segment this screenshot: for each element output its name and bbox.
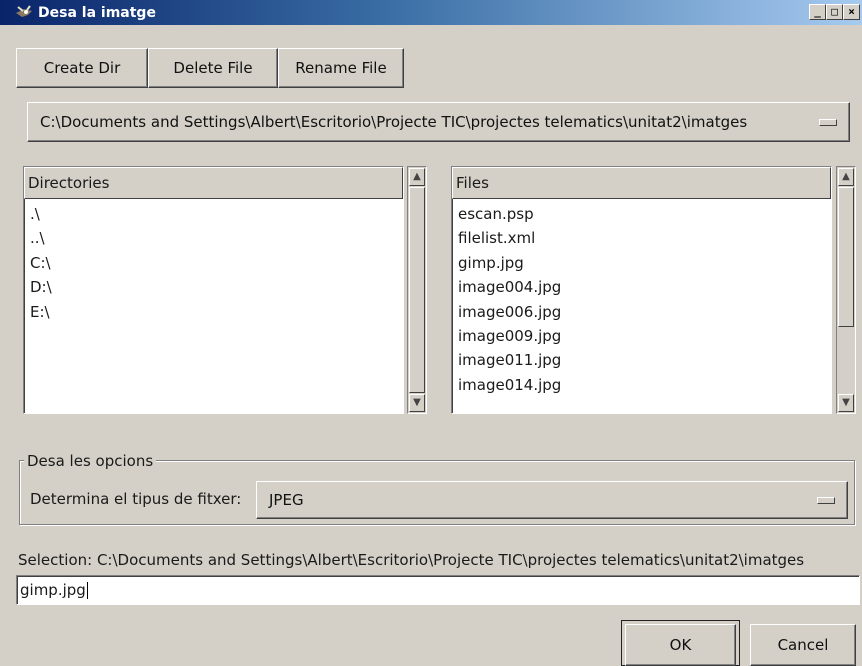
delete-file-button[interactable]: Delete File: [148, 48, 278, 88]
list-item[interactable]: image011.jpg: [458, 348, 831, 372]
filetype-label: Determina el tipus de fitxer:: [30, 490, 242, 508]
list-item[interactable]: E:\: [30, 300, 403, 324]
text-caret: [86, 581, 88, 599]
list-item[interactable]: ..\: [30, 226, 403, 250]
list-item[interactable]: image014.jpg: [458, 373, 831, 397]
selection-value: gimp.jpg: [20, 581, 86, 599]
selection-input[interactable]: gimp.jpg: [16, 575, 860, 605]
rename-file-button[interactable]: Rename File: [278, 48, 404, 88]
window-title: Desa la imatge: [38, 4, 156, 21]
list-item[interactable]: .\: [30, 202, 403, 226]
scroll-thumb[interactable]: [838, 187, 854, 327]
create-dir-button[interactable]: Create Dir: [16, 48, 148, 88]
files-items: escan.psp filelist.xml gimp.jpg image004…: [452, 199, 831, 397]
window-controls: _ □ ×: [809, 4, 860, 20]
cancel-button[interactable]: Cancel: [750, 624, 856, 666]
option-menu-indicator-icon: [819, 119, 837, 126]
list-item[interactable]: escan.psp: [458, 202, 831, 226]
scroll-up-arrow-icon[interactable]: ▲: [838, 168, 854, 186]
list-item[interactable]: gimp.jpg: [458, 251, 831, 275]
files-header[interactable]: Files: [452, 167, 831, 199]
scroll-thumb[interactable]: [409, 187, 425, 393]
gimp-wilber-icon: [14, 3, 36, 23]
directories-header[interactable]: Directories: [24, 167, 403, 199]
minimize-button[interactable]: _: [809, 4, 826, 20]
list-item[interactable]: filelist.xml: [458, 226, 831, 250]
directories-scrollbar[interactable]: ▲ ▼: [407, 166, 427, 414]
maximize-button[interactable]: □: [826, 4, 843, 20]
files-list[interactable]: Files escan.psp filelist.xml gimp.jpg im…: [451, 166, 832, 414]
filetype-option-menu[interactable]: JPEG: [256, 481, 848, 519]
scroll-down-arrow-icon[interactable]: ▼: [409, 394, 425, 412]
ok-button[interactable]: OK: [625, 624, 736, 666]
directories-list[interactable]: Directories .\ ..\ C:\ D:\ E:\: [23, 166, 404, 414]
list-item[interactable]: image006.jpg: [458, 300, 831, 324]
scroll-down-arrow-icon[interactable]: ▼: [838, 394, 854, 412]
close-button[interactable]: ×: [843, 4, 860, 20]
files-scrollbar[interactable]: ▲ ▼: [836, 166, 856, 414]
list-item[interactable]: image004.jpg: [458, 275, 831, 299]
path-option-menu[interactable]: C:\Documents and Settings\Albert\Escrito…: [27, 102, 850, 142]
filetype-value: JPEG: [269, 491, 304, 509]
directories-items: .\ ..\ C:\ D:\ E:\: [24, 199, 403, 324]
options-group-label: Desa les opcions: [24, 452, 157, 470]
option-menu-indicator-icon: [817, 497, 835, 504]
selection-label: Selection: C:\Documents and Settings\Alb…: [18, 551, 805, 569]
path-value: C:\Documents and Settings\Albert\Escrito…: [40, 113, 748, 131]
list-item[interactable]: D:\: [30, 275, 403, 299]
scroll-up-arrow-icon[interactable]: ▲: [409, 168, 425, 186]
list-item[interactable]: C:\: [30, 251, 403, 275]
title-bar[interactable]: Desa la imatge _ □ ×: [0, 0, 862, 25]
list-item[interactable]: image009.jpg: [458, 324, 831, 348]
